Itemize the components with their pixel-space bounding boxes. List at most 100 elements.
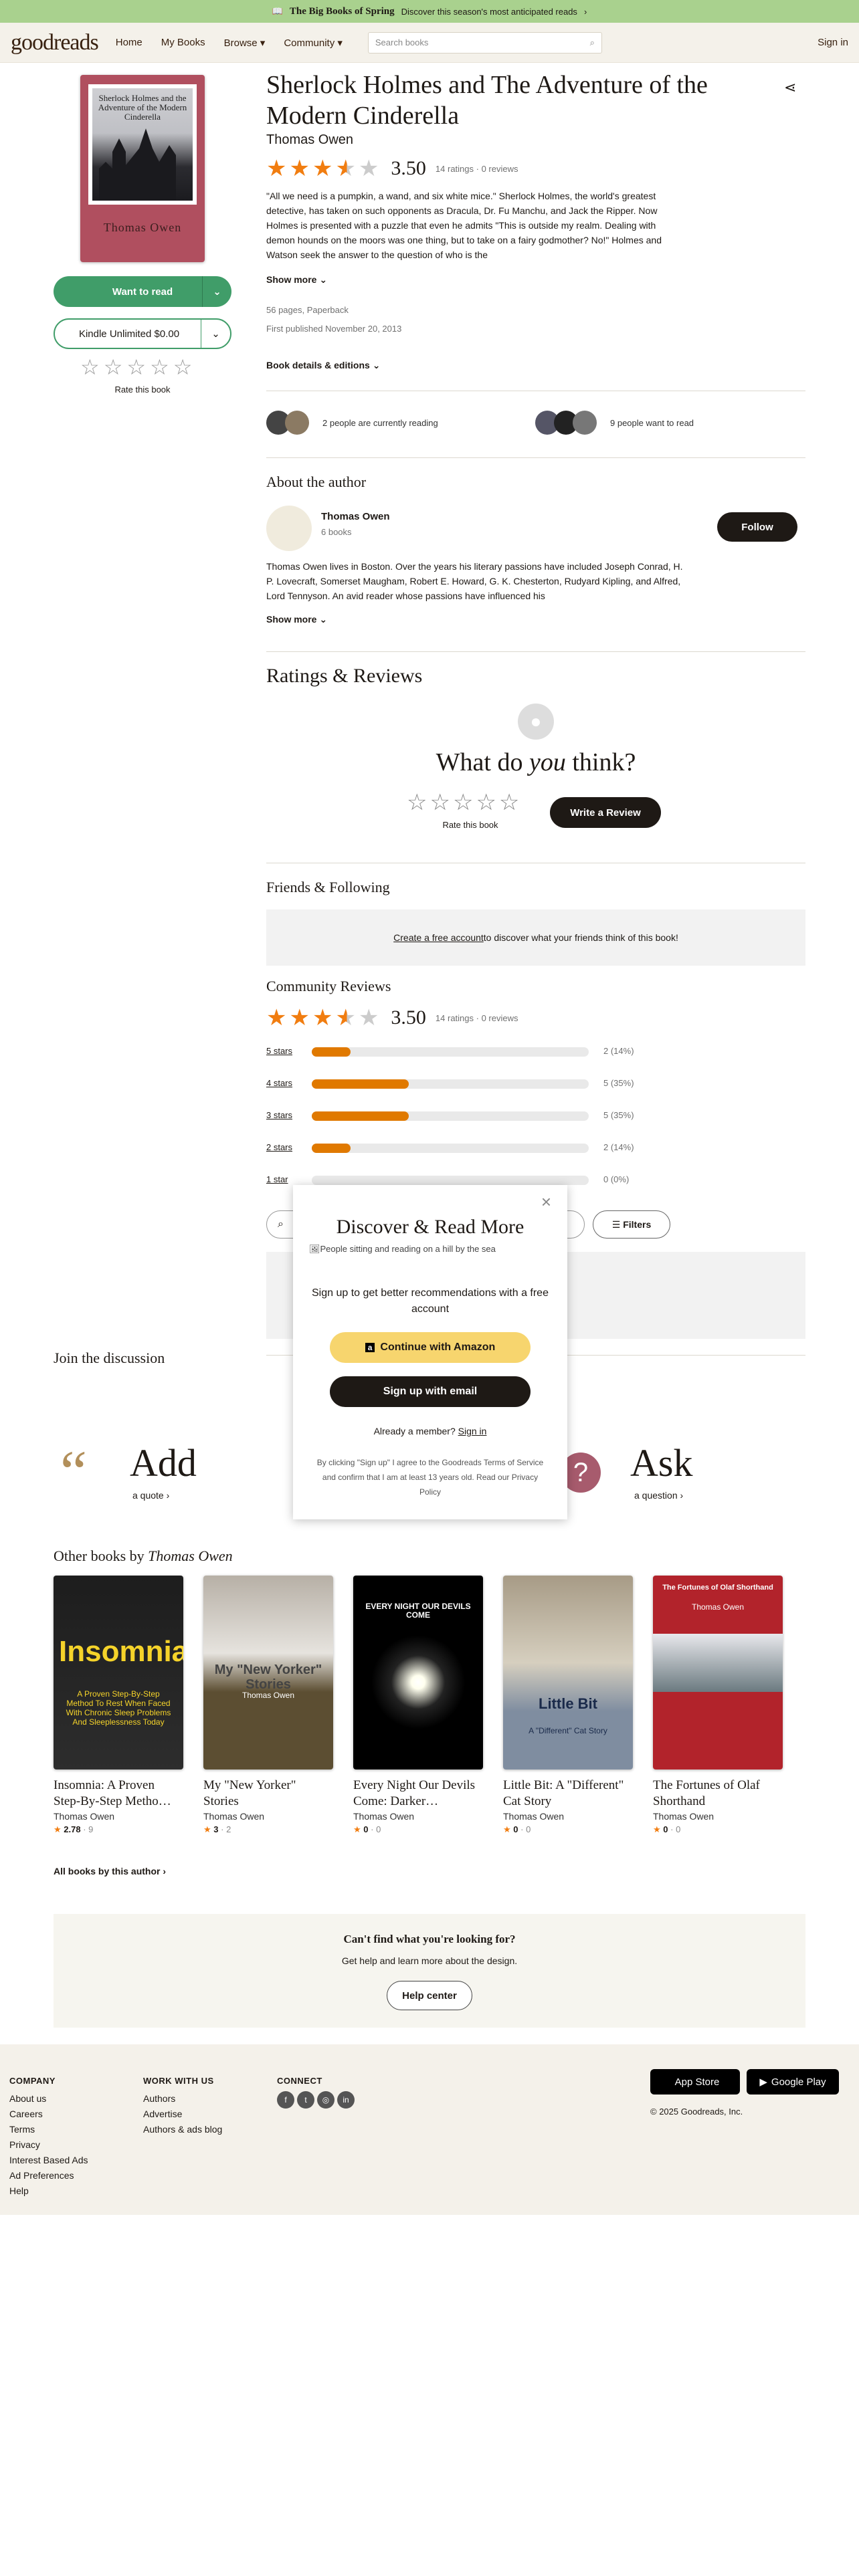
modal-signin-link[interactable]: Sign in — [458, 1426, 487, 1436]
rating-bar-count: 5 (35%) — [603, 1110, 634, 1120]
follow-button[interactable]: Follow — [717, 512, 797, 542]
add-quote-sub[interactable]: a quote › — [132, 1490, 169, 1501]
rating-bar — [312, 1047, 589, 1057]
footer-link[interactable]: Terms — [9, 2122, 88, 2137]
show-more-button[interactable]: Show more ⌄ — [266, 274, 327, 286]
author-show-more[interactable]: Show more ⌄ — [266, 614, 327, 625]
other-book-title[interactable]: Little Bit: A "Different" Cat Story — [503, 1778, 633, 1810]
nav-home[interactable]: Home — [116, 37, 142, 48]
other-books-heading: Other books by Thomas Owen — [54, 1547, 233, 1564]
other-book-author[interactable]: Thomas Owen — [203, 1811, 333, 1822]
help-center-button[interactable]: Help center — [387, 1981, 472, 2010]
signin-link[interactable]: Sign in — [818, 37, 848, 48]
author-avatar[interactable] — [266, 506, 312, 551]
other-book-author[interactable]: Thomas Owen — [653, 1811, 783, 1822]
footer-link[interactable]: Advertise — [143, 2107, 222, 2122]
ask-question-label[interactable]: Ask — [630, 1440, 692, 1485]
linkedin-icon[interactable]: in — [337, 2091, 355, 2109]
other-book-tile[interactable]: Little Bit A "Different" Cat Story Littl… — [503, 1576, 633, 1835]
instagram-icon[interactable]: ◎ — [317, 2091, 335, 2109]
footer-link[interactable]: Careers — [9, 2107, 88, 2122]
other-book-author[interactable]: Thomas Owen — [54, 1811, 183, 1822]
close-icon[interactable]: × — [541, 1192, 551, 1212]
footer-link[interactable]: Privacy — [9, 2137, 88, 2153]
author-name[interactable]: Thomas Owen — [321, 511, 390, 522]
filters-icon: ☰ — [611, 1218, 624, 1230]
facebook-icon[interactable]: f — [277, 2091, 294, 2109]
footer-connect-title: CONNECT — [277, 2076, 322, 2086]
other-book-cover[interactable]: My "New Yorker" Stories Thomas Owen — [203, 1576, 333, 1769]
ratings-meta[interactable]: 14 ratings · 0 reviews — [436, 164, 518, 174]
rating-bar-count: 2 (14%) — [603, 1142, 634, 1152]
author-books: 6 books — [321, 527, 352, 537]
rating-bar-count: 0 (0%) — [603, 1174, 630, 1184]
other-book-title[interactable]: The Fortunes of Olaf Shorthand — [653, 1778, 783, 1810]
other-book-title[interactable]: Every Night Our Devils Come: Darker… — [353, 1778, 483, 1810]
cover-title: Little Bit — [539, 1695, 597, 1712]
continue-amazon-button[interactable]: a Continue with Amazon — [330, 1332, 531, 1363]
nav-community[interactable]: Community ▾ — [284, 37, 343, 49]
add-quote-label[interactable]: Add — [130, 1440, 197, 1485]
review-rate-stars[interactable]: ☆☆☆☆☆ — [407, 789, 522, 816]
nav-browse[interactable]: Browse ▾ — [224, 37, 266, 49]
other-book-author[interactable]: Thomas Owen — [503, 1811, 633, 1822]
rating-bar-count: 2 (14%) — [603, 1046, 634, 1056]
rating-row: ★★★★★ 3.50 14 ratings · 0 reviews — [266, 155, 518, 182]
book-author[interactable]: Thomas Owen — [266, 132, 353, 148]
other-book-tile[interactable]: Insomnia A Proven Step-By-Step Method To… — [54, 1576, 183, 1835]
rating-bar-fill — [312, 1047, 351, 1057]
kindle-button[interactable]: Kindle Unlimited $0.00 ⌄ — [54, 318, 231, 349]
all-books-link[interactable]: All books by this author › — [54, 1866, 166, 1876]
reading-count: 2 people are currently reading — [322, 417, 438, 428]
other-book-tile[interactable]: The Fortunes of Olaf Shorthand Thomas Ow… — [653, 1576, 783, 1835]
currently-reading[interactable]: 2 people are currently reading — [266, 411, 438, 435]
create-account-link[interactable]: Create a free account — [393, 932, 484, 943]
footer-link[interactable]: Interest Based Ads — [9, 2153, 88, 2168]
signup-email-button[interactable]: Sign up with email — [330, 1376, 531, 1407]
footer-company-title: COMPANY — [9, 2076, 56, 2086]
footer-link[interactable]: Help — [9, 2183, 88, 2199]
book-cover[interactable]: Sherlock Holmes and the Adventure of the… — [80, 75, 205, 262]
ask-question-sub[interactable]: a question › — [634, 1490, 683, 1501]
rating-bar-label[interactable]: 3 stars — [266, 1110, 292, 1120]
footer-link[interactable]: About us — [9, 2091, 88, 2107]
average-rating: 3.50 — [391, 157, 426, 179]
other-book-tile[interactable]: EVERY NIGHT OUR DEVILS COME Every Night … — [353, 1576, 483, 1835]
other-book-title[interactable]: Insomnia: A Proven Step-By-Step Metho… — [54, 1778, 183, 1810]
search-input[interactable]: Search books ⌕ — [367, 31, 602, 53]
book-details-button[interactable]: Book details & editions ⌄ — [266, 360, 380, 371]
want-count: 9 people want to read — [610, 417, 694, 428]
goodreads-logo[interactable]: goodreads — [11, 30, 99, 56]
footer-link[interactable]: Ad Preferences — [9, 2168, 88, 2183]
share-icon[interactable]: ⋖ — [784, 79, 796, 96]
other-book-cover[interactable]: Insomnia A Proven Step-By-Step Method To… — [54, 1576, 183, 1769]
other-book-title[interactable]: My "New Yorker" Stories — [203, 1778, 333, 1810]
other-book-tile[interactable]: My "New Yorker" Stories Thomas Owen My "… — [203, 1576, 333, 1835]
chevron-down-icon[interactable]: ⌄ — [202, 276, 231, 307]
write-review-button[interactable]: Write a Review — [550, 797, 661, 828]
rate-label: Rate this book — [114, 385, 171, 395]
rating-bar-label[interactable]: 1 star — [266, 1174, 288, 1184]
book-description: "All we need is a pumpkin, a wand, and s… — [266, 191, 662, 260]
rate-stars[interactable]: ☆☆☆☆☆ — [80, 354, 196, 380]
rating-bar-label[interactable]: 5 stars — [266, 1046, 292, 1056]
promo-banner[interactable]: 📖 The Big Books of Spring Discover this … — [0, 0, 859, 23]
app-store-badge[interactable]: App Store — [650, 2069, 740, 2095]
rating-bar-label[interactable]: 2 stars — [266, 1142, 292, 1152]
footer-link[interactable]: Authors & ads blog — [143, 2122, 222, 2137]
discussion-heading: Join the discussion — [54, 1350, 165, 1366]
other-book-cover[interactable]: The Fortunes of Olaf Shorthand Thomas Ow… — [653, 1576, 783, 1769]
google-play-badge[interactable]: ▶ Google Play — [747, 2069, 839, 2095]
rating-bar-label[interactable]: 4 stars — [266, 1078, 292, 1088]
search-icon[interactable]: ⌕ — [590, 37, 595, 48]
filters-button[interactable]: ☰ Filters — [593, 1210, 670, 1239]
other-book-author[interactable]: Thomas Owen — [353, 1811, 483, 1822]
want-to-read-stats[interactable]: 9 people want to read — [535, 411, 694, 435]
footer-link[interactable]: Authors — [143, 2091, 222, 2107]
want-to-read-button[interactable]: Want to read ⌄ — [54, 276, 231, 307]
nav-my-books[interactable]: My Books — [161, 37, 205, 48]
other-book-cover[interactable]: EVERY NIGHT OUR DEVILS COME — [353, 1576, 483, 1769]
twitter-icon[interactable]: t — [297, 2091, 314, 2109]
chevron-down-icon[interactable]: ⌄ — [201, 320, 230, 348]
other-book-cover[interactable]: Little Bit A "Different" Cat Story — [503, 1576, 633, 1769]
